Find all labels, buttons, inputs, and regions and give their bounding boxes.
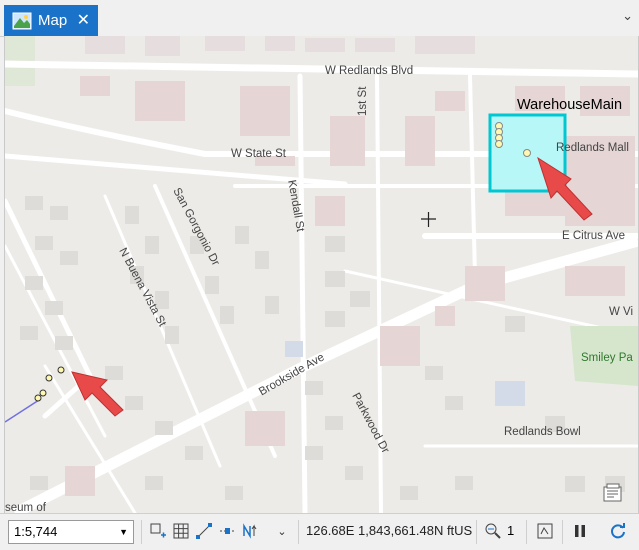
scale-value: 1:5,744 xyxy=(14,524,58,539)
selected-count: 1 xyxy=(507,523,515,538)
snapping-icon[interactable] xyxy=(194,521,214,541)
status-bar: 1:5,744 ▼ ⌄ 126.68E 1,843,661.48N ftUS 1 xyxy=(0,513,639,550)
tab-bar: Map ✕ ⌄ xyxy=(0,0,639,37)
chevron-down-icon[interactable]: ⌄ xyxy=(272,521,292,541)
label-citrus: E Citrus Ave xyxy=(562,230,626,242)
map-view[interactable]: W Redlands Blvd W State St 1st St Kendal… xyxy=(4,36,639,513)
label-museum: seum of xyxy=(5,502,46,513)
tab-map-label: Map xyxy=(38,12,68,29)
label-redlands-blvd: W Redlands Blvd xyxy=(325,65,414,77)
close-icon[interactable]: ✕ xyxy=(77,12,90,29)
label-warehouse-main: WarehouseMain xyxy=(517,97,623,113)
legend-icon[interactable] xyxy=(601,482,625,504)
grid-icon[interactable] xyxy=(171,521,191,541)
divider xyxy=(141,520,142,544)
label-redlands-mall: Redlands Mall xyxy=(556,142,629,154)
constraint-icon[interactable] xyxy=(217,521,237,541)
label-redlands-bowl: Redlands Bowl xyxy=(504,426,581,438)
coordinate-readout: 126.68E 1,843,661.48N ftUS xyxy=(306,523,473,538)
scale-select[interactable]: 1:5,744 ▼ xyxy=(8,520,134,544)
map-icon xyxy=(12,12,32,30)
divider xyxy=(298,520,299,544)
pause-icon[interactable] xyxy=(570,521,590,541)
divider xyxy=(562,520,563,544)
select-zoom-icon[interactable] xyxy=(483,521,503,541)
fixed-extent-icon[interactable] xyxy=(148,521,168,541)
label-w-vi: W Vi xyxy=(609,306,634,318)
refresh-map-icon[interactable] xyxy=(535,521,555,541)
divider xyxy=(526,520,527,544)
chevron-down-icon[interactable]: ⌄ xyxy=(622,8,633,24)
rotation-icon[interactable] xyxy=(240,521,260,541)
refresh-icon[interactable] xyxy=(608,521,628,541)
tab-map[interactable]: Map ✕ xyxy=(4,5,98,36)
label-first-st: 1st St xyxy=(357,86,369,116)
label-state-st: W State St xyxy=(231,148,286,160)
divider xyxy=(476,520,477,544)
label-smiley-park: Smiley Pa xyxy=(581,352,633,364)
chevron-down-icon: ▼ xyxy=(119,527,128,537)
